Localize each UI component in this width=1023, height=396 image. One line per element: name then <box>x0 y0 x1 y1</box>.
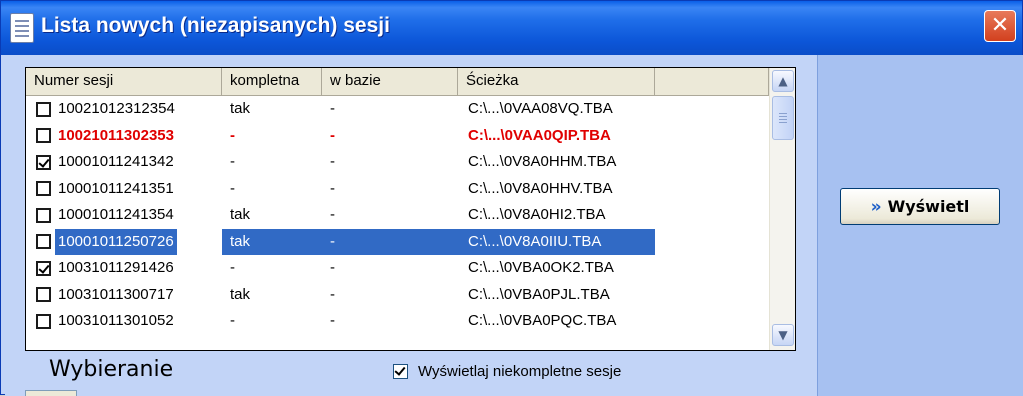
session-number: 10001011241342 <box>58 153 174 171</box>
scroll-thumb[interactable] <box>772 96 794 140</box>
in-database-cell: - <box>330 179 335 197</box>
session-cell: 10031011291426 <box>26 255 222 281</box>
session-number: 10001011241354 <box>58 206 174 224</box>
column-header-complete[interactable]: kompletna <box>222 68 322 95</box>
complete-cell: tak <box>230 206 251 224</box>
close-button[interactable]: ✕ <box>984 10 1016 42</box>
list-rows: 10021012312354 tak - C:\...\0VAA08VQ.TBA 100… <box>26 96 769 335</box>
window-document-icon <box>10 13 34 43</box>
vertical-scrollbar[interactable]: ▲ ▼ <box>769 68 795 350</box>
column-header-empty <box>655 68 769 95</box>
session-cell: 10031011300717 <box>26 282 222 308</box>
in-database-cell: - <box>330 206 335 224</box>
session-cell: 10001011241351 <box>26 176 222 202</box>
complete-cell: tak <box>230 285 251 303</box>
complete-cell: tak <box>230 100 251 118</box>
in-database-cell: - <box>330 153 335 171</box>
session-number: 10031011291426 <box>58 259 174 277</box>
table-row[interactable]: 10021012312354 tak - C:\...\0VAA08VQ.TBA <box>26 96 769 123</box>
table-row[interactable]: 10031011301052 - - C:\...\0VBA0PQC.TBA <box>26 308 769 335</box>
session-number: 10001011250726 <box>55 228 177 255</box>
path-cell: C:\...\0VBA0PQC.TBA <box>468 312 617 330</box>
in-database-cell: - <box>330 100 335 118</box>
session-cell: 10001011241354 <box>26 202 222 228</box>
path-cell: C:\...\0V8A0HHV.TBA <box>468 179 613 197</box>
table-row[interactable]: 10001011241354 tak - C:\...\0V8A0HI2.TBA <box>26 202 769 229</box>
session-number: 10001011241351 <box>58 179 174 197</box>
path-cell: C:\...\0VAA08VQ.TBA <box>468 100 613 118</box>
session-number: 10021011302353 <box>58 126 174 144</box>
path-cell: C:\...\0VBA0PJL.TBA <box>468 285 610 303</box>
row-checkbox[interactable] <box>36 234 51 250</box>
column-header-path[interactable]: Ścieżka <box>458 68 655 95</box>
path-cell: C:\...\0V8A0HHM.TBA <box>468 153 617 171</box>
in-database-cell: - <box>330 259 335 277</box>
in-database-cell: - <box>330 285 335 303</box>
path-cell: C:\...\0VBA0OK2.TBA <box>468 259 614 277</box>
row-checkbox[interactable] <box>36 260 51 276</box>
session-number: 10031011300717 <box>58 285 174 303</box>
complete-cell: - <box>230 312 235 330</box>
show-button[interactable]: » Wyświetl <box>840 188 1000 225</box>
table-row[interactable]: 10031011291426 - - C:\...\0VBA0OK2.TBA <box>26 255 769 282</box>
session-list-window: Lista nowych (niezapisanych) sesji ✕ Num… <box>0 0 1023 396</box>
complete-cell: - <box>230 153 235 171</box>
complete-cell: - <box>230 179 235 197</box>
table-row[interactable]: 10031011300717 tak - C:\...\0VBA0PJL.TBA <box>26 282 769 309</box>
show-incomplete-label: Wyświetlaj niekompletne sesje <box>418 363 622 380</box>
show-incomplete-checkbox[interactable] <box>393 364 408 379</box>
show-button-label: Wyświetl <box>887 197 970 216</box>
session-number: 10031011301052 <box>58 312 174 330</box>
complete-cell: - <box>230 126 235 144</box>
path-cell: C:\...\0V8A0HI2.TBA <box>468 206 606 224</box>
table-row[interactable]: 10021011302353 - - C:\...\0VAA0QIP.TBA <box>26 123 769 150</box>
right-panel <box>817 55 1023 396</box>
double-chevron-right-icon: » <box>870 196 882 217</box>
session-cell: 10021012312354 <box>26 96 222 122</box>
session-cell: 10031011301052 <box>26 308 222 334</box>
session-number: 10021012312354 <box>58 100 175 118</box>
show-incomplete-toggle[interactable]: Wyświetlaj niekompletne sesje <box>393 363 621 380</box>
session-cell: 10001011241342 <box>26 149 222 175</box>
row-checkbox[interactable] <box>36 287 51 303</box>
table-row[interactable]: 10001011241342 - - C:\...\0V8A0HHM.TBA <box>26 149 769 176</box>
row-checkbox[interactable] <box>36 207 51 223</box>
bottom-tab-stub <box>25 390 77 396</box>
path-cell: C:\...\0V8A0IIU.TBA <box>458 228 655 255</box>
in-database-cell: - <box>330 126 335 144</box>
complete-cell: - <box>230 259 235 277</box>
scroll-down-icon[interactable]: ▼ <box>772 324 794 346</box>
table-row[interactable]: 10001011241351 - - C:\...\0V8A0HHV.TBA <box>26 176 769 203</box>
in-database-cell: - <box>330 312 335 330</box>
session-list[interactable]: Numer sesji kompletna w bazie Ścieżka 10… <box>25 67 796 351</box>
title-bar[interactable]: Lista nowych (niezapisanych) sesji ✕ <box>1 1 1022 55</box>
column-header-session-number[interactable]: Numer sesji <box>26 68 222 95</box>
session-cell: 10021011302353 <box>26 123 222 149</box>
window-title: Lista nowych (niezapisanych) sesji <box>41 14 390 37</box>
column-header-in-database[interactable]: w bazie <box>322 68 458 95</box>
table-row[interactable]: 10001011250726 tak - C:\...\0V8A0IIU.TBA <box>26 228 769 256</box>
in-database-cell: - <box>322 228 458 255</box>
row-checkbox[interactable] <box>36 181 51 197</box>
row-checkbox[interactable] <box>36 128 51 144</box>
path-cell: C:\...\0VAA0QIP.TBA <box>468 126 611 144</box>
row-checkbox[interactable] <box>36 101 51 117</box>
row-checkbox[interactable] <box>36 313 51 329</box>
complete-cell: tak <box>222 228 322 255</box>
selecting-label: Wybieranie <box>49 357 174 382</box>
row-checkbox[interactable] <box>36 154 51 170</box>
session-cell: 10001011250726 <box>26 228 222 255</box>
scroll-up-icon[interactable]: ▲ <box>772 70 794 92</box>
list-header: Numer sesji kompletna w bazie Ścieżka <box>26 68 769 96</box>
